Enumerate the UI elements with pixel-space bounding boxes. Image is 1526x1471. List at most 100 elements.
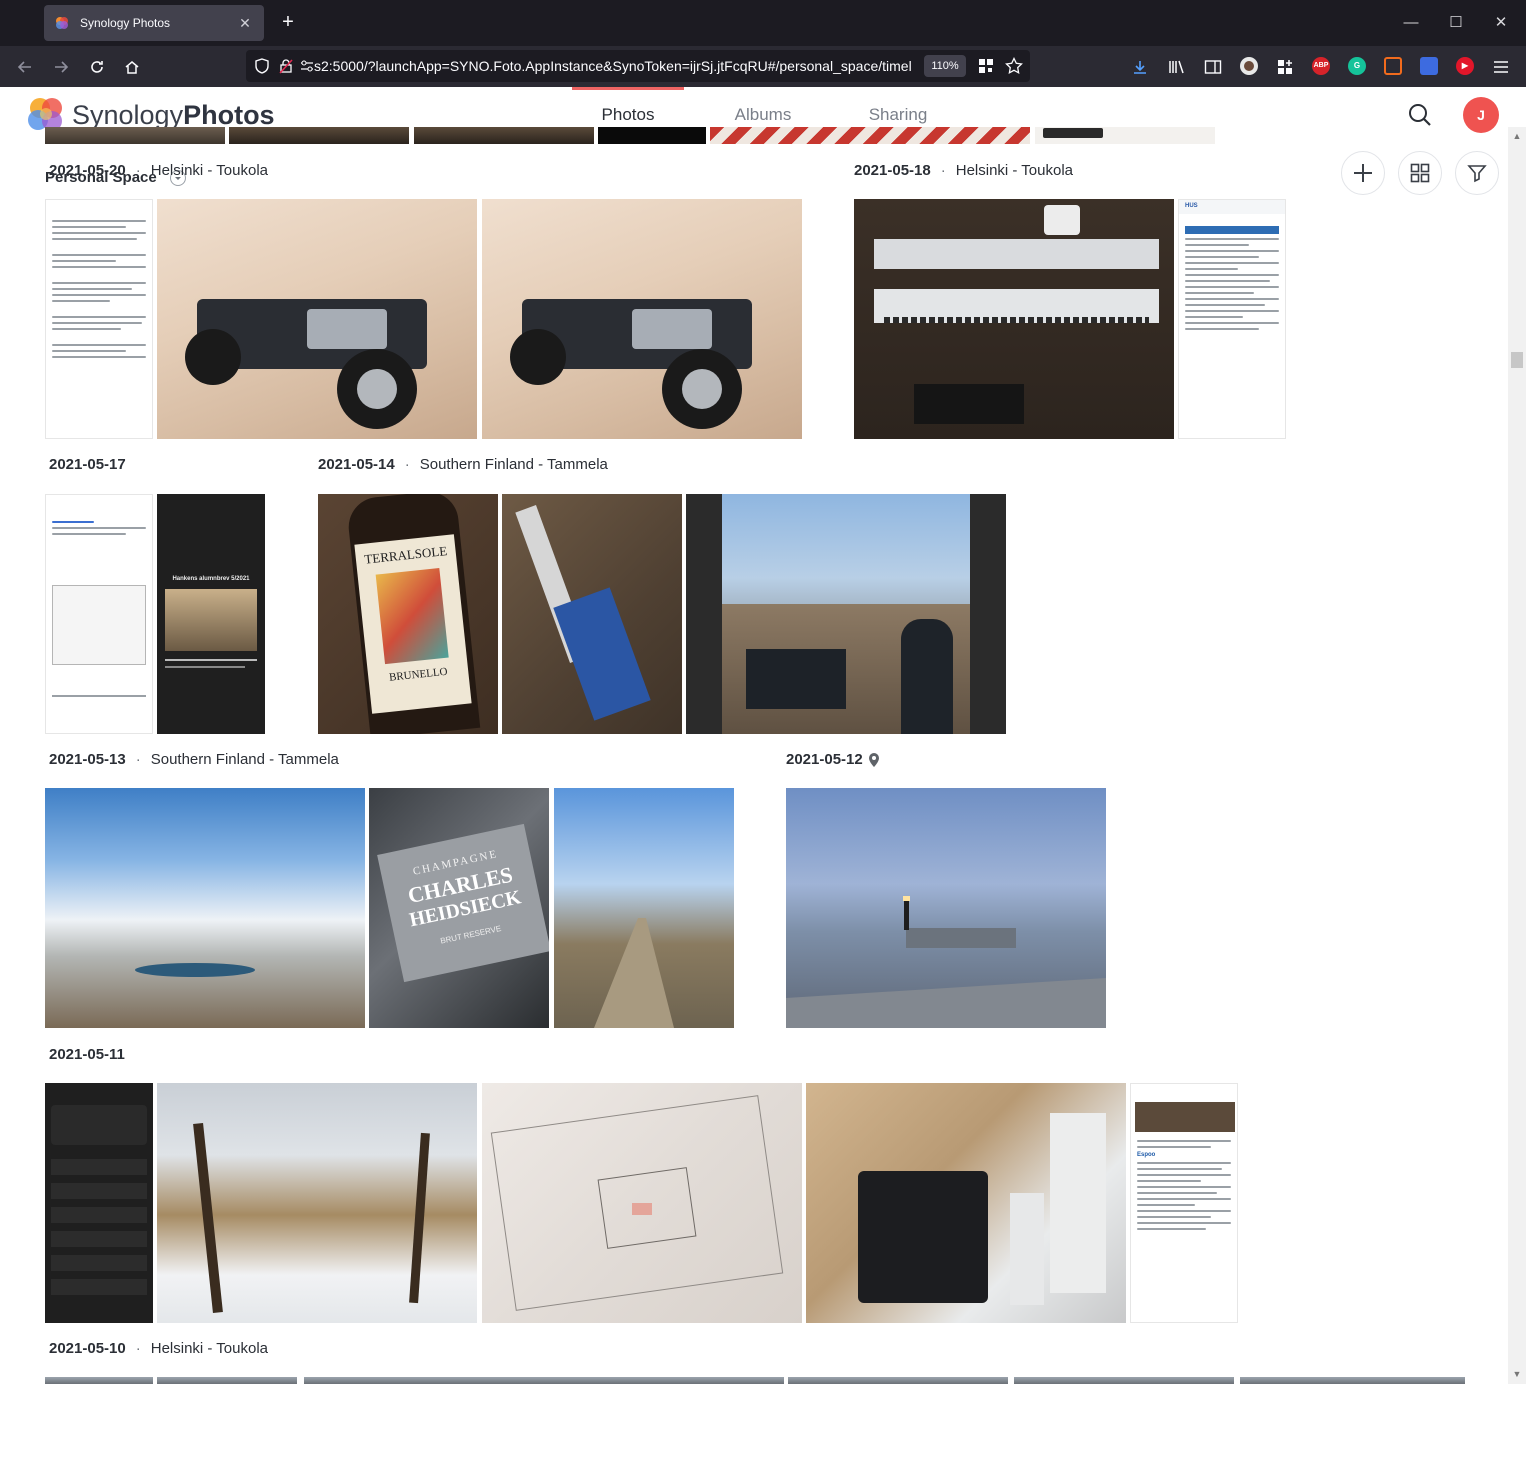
tab-photos-label: Photos xyxy=(601,105,655,124)
zoom-level[interactable]: 110% xyxy=(924,55,966,77)
photo-thumbnail[interactable] xyxy=(45,494,153,734)
photo-thumbnail[interactable]: Espoo xyxy=(1130,1083,1238,1323)
url-text[interactable]: s2:5000/?launchApp=SYNO.Foto.AppInstance… xyxy=(314,58,918,74)
group-location[interactable]: Southern Finland - Tammela xyxy=(420,456,608,473)
group-date: 2021-05-14 xyxy=(318,456,395,473)
photo-thumbnail[interactable] xyxy=(45,788,365,1028)
photo-thumbnail[interactable] xyxy=(482,199,802,439)
tab-title: Synology Photos xyxy=(80,16,171,30)
photo-thumbnail[interactable] xyxy=(304,1377,784,1384)
timeline-scrollbar[interactable]: ▲ ▼ xyxy=(1508,127,1526,1384)
tab-sharing-label: Sharing xyxy=(868,105,928,124)
logo-text: SynologyPhotos xyxy=(72,100,275,131)
separator-dot: · xyxy=(940,162,946,179)
photo-thumbnail[interactable] xyxy=(45,1083,153,1323)
photo-thumbnail[interactable] xyxy=(786,788,1106,1028)
photo-thumbnail[interactable] xyxy=(502,494,682,734)
photo-thumbnail[interactable] xyxy=(554,788,734,1028)
insecure-lock-icon[interactable] xyxy=(278,58,294,74)
nav-toolbar: s2:5000/?launchApp=SYNO.Foto.AppInstance… xyxy=(0,46,1526,87)
grammarly-icon[interactable]: G xyxy=(1348,57,1366,75)
photo-thumbnail[interactable] xyxy=(1014,1377,1234,1384)
photo-thumbnail[interactable]: TERRALSOLE BRUNELLO xyxy=(318,494,498,734)
photo-thumbnail[interactable]: HUS xyxy=(1178,199,1286,439)
photo-thumbnail[interactable] xyxy=(598,127,706,144)
photo-thumbnail[interactable] xyxy=(854,199,1174,439)
group-date: 2021-05-12 xyxy=(786,751,863,768)
profile-avatar-icon[interactable] xyxy=(1240,57,1258,75)
photo-thumbnail[interactable] xyxy=(45,127,225,144)
window-close-icon[interactable]: ✕ xyxy=(1486,10,1516,36)
photo-text-hankens: Hankens alumnbrev 5/2021 xyxy=(172,576,250,582)
bookmark-star-icon[interactable] xyxy=(1005,57,1023,75)
active-tab-indicator xyxy=(572,87,684,90)
app-menu-icon[interactable] xyxy=(1488,54,1514,80)
tab-albums-label: Albums xyxy=(734,105,792,124)
date-header: 2021-05-18 · Helsinki - Toukola xyxy=(854,162,1073,179)
home-icon[interactable] xyxy=(119,54,145,80)
separator-dot: · xyxy=(135,751,141,768)
downloads-icon[interactable] xyxy=(1127,54,1153,80)
location-pin-icon[interactable] xyxy=(868,752,880,768)
photo-thumbnail[interactable]: CHAMPAGNE CHARLES HEIDSIECK BRUT RESERVE xyxy=(369,788,549,1028)
browser-tab[interactable]: Synology Photos ✕ xyxy=(44,5,264,41)
library-icon[interactable] xyxy=(1164,54,1190,80)
photo-thumbnail[interactable] xyxy=(157,199,477,439)
logo-text-bold: Photos xyxy=(183,99,275,130)
photo-thumbnail[interactable] xyxy=(806,1083,1126,1323)
group-location[interactable]: Southern Finland - Tammela xyxy=(151,751,339,768)
back-icon[interactable] xyxy=(12,54,38,80)
photo-thumbnail[interactable]: Hankens alumnbrev 5/2021 xyxy=(157,494,265,734)
photo-text-hus: HUS xyxy=(1179,200,1285,214)
extensions-grid-icon[interactable] xyxy=(1272,54,1298,80)
screen-capture-ext-icon[interactable] xyxy=(1384,57,1402,75)
photo-thumbnail[interactable] xyxy=(710,127,1030,144)
permissions-icon[interactable] xyxy=(300,59,314,73)
url-bar[interactable]: s2:5000/?launchApp=SYNO.Foto.AppInstance… xyxy=(246,50,1030,82)
logo-text-light: Synology xyxy=(72,99,184,130)
photo-thumbnail[interactable] xyxy=(482,1083,802,1323)
photo-thumbnail[interactable] xyxy=(157,1083,477,1323)
group-date: 2021-05-20 xyxy=(49,162,126,179)
photo-thumbnail[interactable] xyxy=(1035,127,1215,144)
synology-photos-favicon-icon xyxy=(56,17,68,29)
scrollbar-thumb[interactable] xyxy=(1511,352,1523,368)
tab-strip: Synology Photos ✕ + — ☐ ✕ xyxy=(0,0,1526,46)
adblock-plus-icon[interactable]: ABP xyxy=(1312,57,1330,75)
photo-thumbnail[interactable] xyxy=(157,1377,297,1384)
forward-icon[interactable] xyxy=(48,54,74,80)
group-location[interactable]: Helsinki - Toukola xyxy=(956,162,1073,179)
group-date: 2021-05-13 xyxy=(49,751,126,768)
minimize-icon[interactable]: — xyxy=(1396,10,1426,36)
photo-thumbnail[interactable] xyxy=(686,494,1006,734)
shield-icon[interactable] xyxy=(254,58,270,74)
separator-dot: · xyxy=(404,456,410,473)
photo-thumbnail[interactable] xyxy=(45,1377,153,1384)
reload-icon[interactable] xyxy=(84,54,110,80)
scroll-up-icon[interactable]: ▲ xyxy=(1512,131,1522,141)
separator-dot: · xyxy=(135,162,141,179)
maximize-icon[interactable]: ☐ xyxy=(1441,10,1471,36)
close-tab-icon[interactable]: ✕ xyxy=(236,15,254,32)
date-header: 2021-05-20 · Helsinki - Toukola xyxy=(49,162,268,179)
scroll-down-icon[interactable]: ▼ xyxy=(1512,1369,1522,1379)
date-header: 2021-05-12 xyxy=(786,751,880,768)
new-tab-icon[interactable]: + xyxy=(276,11,300,35)
date-header: 2021-05-11 xyxy=(49,1046,125,1063)
video-ext-icon[interactable]: ▶ xyxy=(1456,57,1474,75)
separator-dot: · xyxy=(135,1340,141,1357)
group-date: 2021-05-18 xyxy=(854,162,931,179)
sidebar-icon[interactable] xyxy=(1200,54,1226,80)
qr-code-icon[interactable] xyxy=(978,58,994,74)
date-header: 2021-05-13 · Southern Finland - Tammela xyxy=(49,751,339,768)
group-location[interactable]: Helsinki - Toukola xyxy=(151,1340,268,1357)
photo-thumbnail[interactable] xyxy=(1240,1377,1465,1384)
bookmark-ext-icon[interactable] xyxy=(1420,57,1438,75)
browser-chrome: Synology Photos ✕ + — ☐ ✕ s2:5000/?launc… xyxy=(0,0,1526,87)
photo-thumbnail[interactable] xyxy=(788,1377,1008,1384)
group-location[interactable]: Helsinki - Toukola xyxy=(151,162,268,179)
photo-thumbnail[interactable] xyxy=(45,199,153,439)
photo-timeline: 2021-05-20 · Helsinki - Toukola 2021-05-… xyxy=(0,127,1508,1384)
photo-thumbnail[interactable] xyxy=(229,127,409,144)
photo-thumbnail[interactable] xyxy=(414,127,594,144)
